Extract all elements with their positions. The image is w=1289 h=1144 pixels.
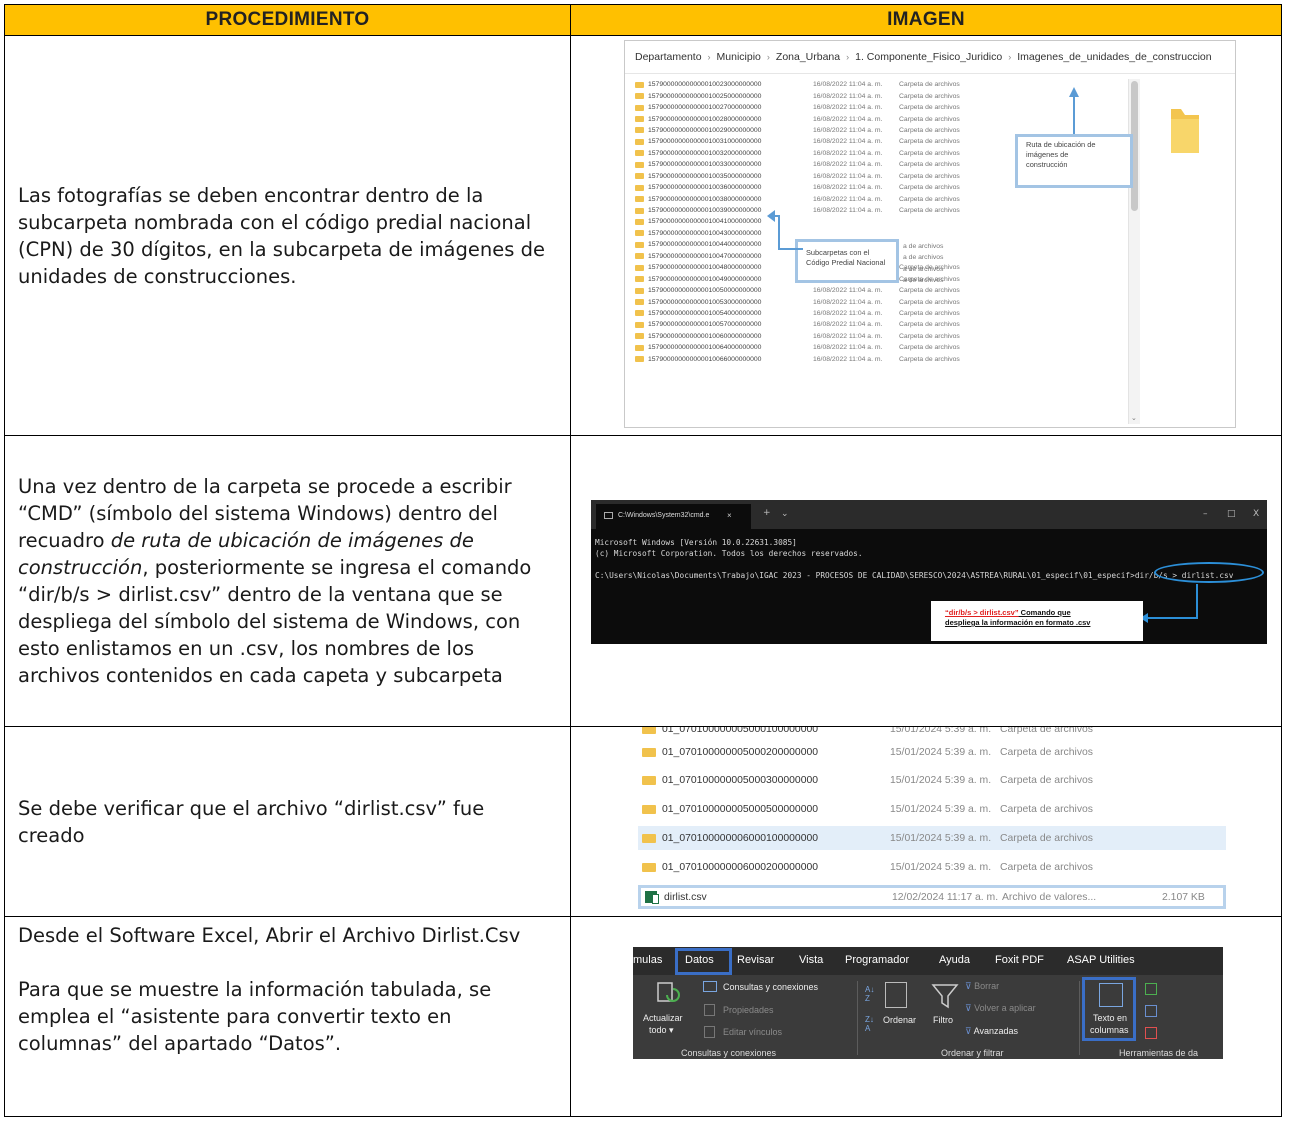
todo-label[interactable]: todo ▾ (649, 1025, 674, 1036)
file-type: Carpeta de archivos (1000, 832, 1093, 844)
file-size: 2.107 KB (1162, 891, 1205, 903)
tab-asap-utilities[interactable]: ASAP Utilities (1067, 954, 1135, 966)
link-icon (704, 1026, 715, 1038)
actualizar-label[interactable]: Actualizar (643, 1013, 683, 1023)
excel-ribbon: mulas Datos Revisar Vista Programador Ay… (633, 947, 1223, 1059)
header-imagen: IMAGEN (570, 4, 1282, 36)
cmd-window: C:\Windows\System32\cmd.e × + ⌄ – □ X Mi… (591, 500, 1267, 644)
image-dirlist-created: 01_070100000005000100000000 15/01/2024 5:… (570, 726, 1282, 917)
file-name: 01_070100000005000200000000 (662, 746, 819, 758)
consultas-button[interactable]: Consultas y conexiones (723, 982, 818, 992)
folder-row[interactable]: 01_070100000005000200000000 15/01/2024 5:… (638, 740, 1226, 764)
sort-az-icon[interactable]: A↓ Z (865, 985, 874, 1003)
folder-icon (642, 833, 656, 843)
texto-columnas-highlight (1082, 977, 1136, 1041)
folder-icon (642, 727, 656, 734)
file-date: 15/01/2024 5:39 a. m. (890, 746, 992, 758)
tab-programador[interactable]: Programador (845, 954, 909, 966)
file-name: 01_070100000005000500000000 (662, 803, 819, 815)
file-type: Carpeta de archivos (1000, 861, 1093, 873)
avanzadas-button[interactable]: ⊽ Avanzadas (965, 1026, 1018, 1037)
flash-fill-icon[interactable] (1145, 983, 1157, 995)
file-type: Carpeta de archivos (1000, 774, 1093, 786)
procedure-step-2: Una vez dentro de la carpeta se procede … (4, 435, 571, 727)
image-cmd-window: C:\Windows\System32\cmd.e × + ⌄ – □ X Mi… (570, 435, 1282, 727)
file-explorer-window: Departamento › Municipio › Zona_Urbana › 1. Co… (624, 40, 1236, 428)
data-validation-icon[interactable] (1145, 1027, 1157, 1039)
image-excel-ribbon: mulas Datos Revisar Vista Programador Ay… (570, 916, 1282, 1117)
file-date: 15/01/2024 5:39 a. m. (890, 803, 992, 815)
callout-arrows (767, 87, 1079, 250)
callout-arrow (1140, 584, 1198, 623)
group-herramientas: Herramientas de da (1119, 1048, 1199, 1058)
procedure-step-3: Se debe verificar que el archivo “dirlis… (4, 726, 571, 917)
file-type: Carpeta de archivos (1000, 726, 1093, 735)
editar-vinculos-button[interactable]: Editar vínculos (723, 1027, 782, 1037)
group-ordenar: Ordenar y filtrar (941, 1048, 1004, 1058)
file-date: 15/01/2024 5:39 a. m. (890, 726, 992, 735)
command-note: “dir/b/s > dirlist.csv” Comando que desp… (931, 601, 1143, 641)
datos-highlight (675, 948, 732, 975)
folder-row[interactable]: 01_070100000006000100000000 15/01/2024 5:… (638, 826, 1226, 850)
remove-duplicates-icon[interactable] (1145, 1005, 1157, 1017)
folder-row[interactable]: 01_070100000005000500000000 15/01/2024 5:… (638, 797, 1226, 821)
tab-revisar[interactable]: Revisar (737, 954, 774, 966)
sort-za-icon[interactable]: Z↓ A (865, 1015, 874, 1033)
tab-foxit-pdf[interactable]: Foxit PDF (995, 954, 1044, 966)
folder-icon (642, 775, 656, 785)
file-date: 15/01/2024 5:39 a. m. (890, 774, 992, 786)
folder-icon (642, 804, 656, 814)
file-name: dirlist.csv (664, 891, 707, 903)
folder-icon (642, 862, 656, 872)
tab-vista[interactable]: Vista (799, 954, 823, 966)
refresh-icon (657, 982, 680, 1002)
file-name: 01_070100000006000200000000 (662, 861, 819, 873)
file-name: 01_070100000005000100000000 (662, 726, 819, 735)
file-type: Archivo de valores... (1002, 891, 1097, 903)
tab-ayuda[interactable]: Ayuda (939, 954, 970, 966)
file-date: 15/01/2024 5:39 a. m. (890, 832, 992, 844)
filter-icon (931, 984, 959, 1009)
file-date: 15/01/2024 5:39 a. m. (890, 861, 992, 873)
image-explorer-cpn: Departamento › Municipio › Zona_Urbana › 1. Co… (570, 35, 1282, 436)
dirlist-file-row[interactable]: dirlist.csv 12/02/2024 11:17 a. m. Archivo… (638, 885, 1226, 909)
propiedades-icon (704, 1004, 715, 1016)
folder-row[interactable]: 01_070100000005000300000000 15/01/2024 5:… (638, 768, 1226, 792)
ordenar-button[interactable]: Ordenar (883, 1015, 916, 1025)
file-name: 01_070100000006000100000000 (662, 832, 819, 844)
procedure-step-4: Desde el Software Excel, Abrir el Archiv… (4, 916, 571, 1117)
folder-row[interactable]: 01_070100000006000200000000 15/01/2024 5:… (638, 855, 1226, 879)
borrar-button[interactable]: ⊽ Borrar (965, 981, 999, 992)
propiedades-button[interactable]: Propiedades (723, 1005, 774, 1015)
file-list: 01_070100000005000100000000 15/01/2024 5:… (638, 727, 1238, 916)
file-name: 01_070100000005000300000000 (662, 774, 819, 786)
group-consultas: Consultas y conexiones (681, 1048, 777, 1058)
folder-icon (642, 747, 656, 757)
consultas-icon (703, 981, 717, 992)
folder-row[interactable]: 01_070100000005000100000000 15/01/2024 5:… (638, 727, 1226, 742)
filtro-button[interactable]: Filtro (933, 1015, 953, 1025)
header-procedimiento: PROCEDIMIENTO (4, 4, 571, 36)
csv-file-icon (645, 891, 659, 904)
file-date: 12/02/2024 11:17 a. m. (892, 891, 999, 903)
file-type: Carpeta de archivos (1000, 746, 1093, 758)
volver-button[interactable]: ⊽ Volver a aplicar (965, 1003, 1036, 1014)
procedure-step-1: Las fotografías se deben encontrar dentr… (4, 35, 571, 436)
file-type: Carpeta de archivos (1000, 803, 1093, 815)
procedure-table: PROCEDIMIENTO IMAGEN Las fotografías se … (4, 4, 1282, 1117)
ordenar-icon (885, 982, 907, 1008)
tab-formulas[interactable]: mulas (633, 954, 662, 966)
